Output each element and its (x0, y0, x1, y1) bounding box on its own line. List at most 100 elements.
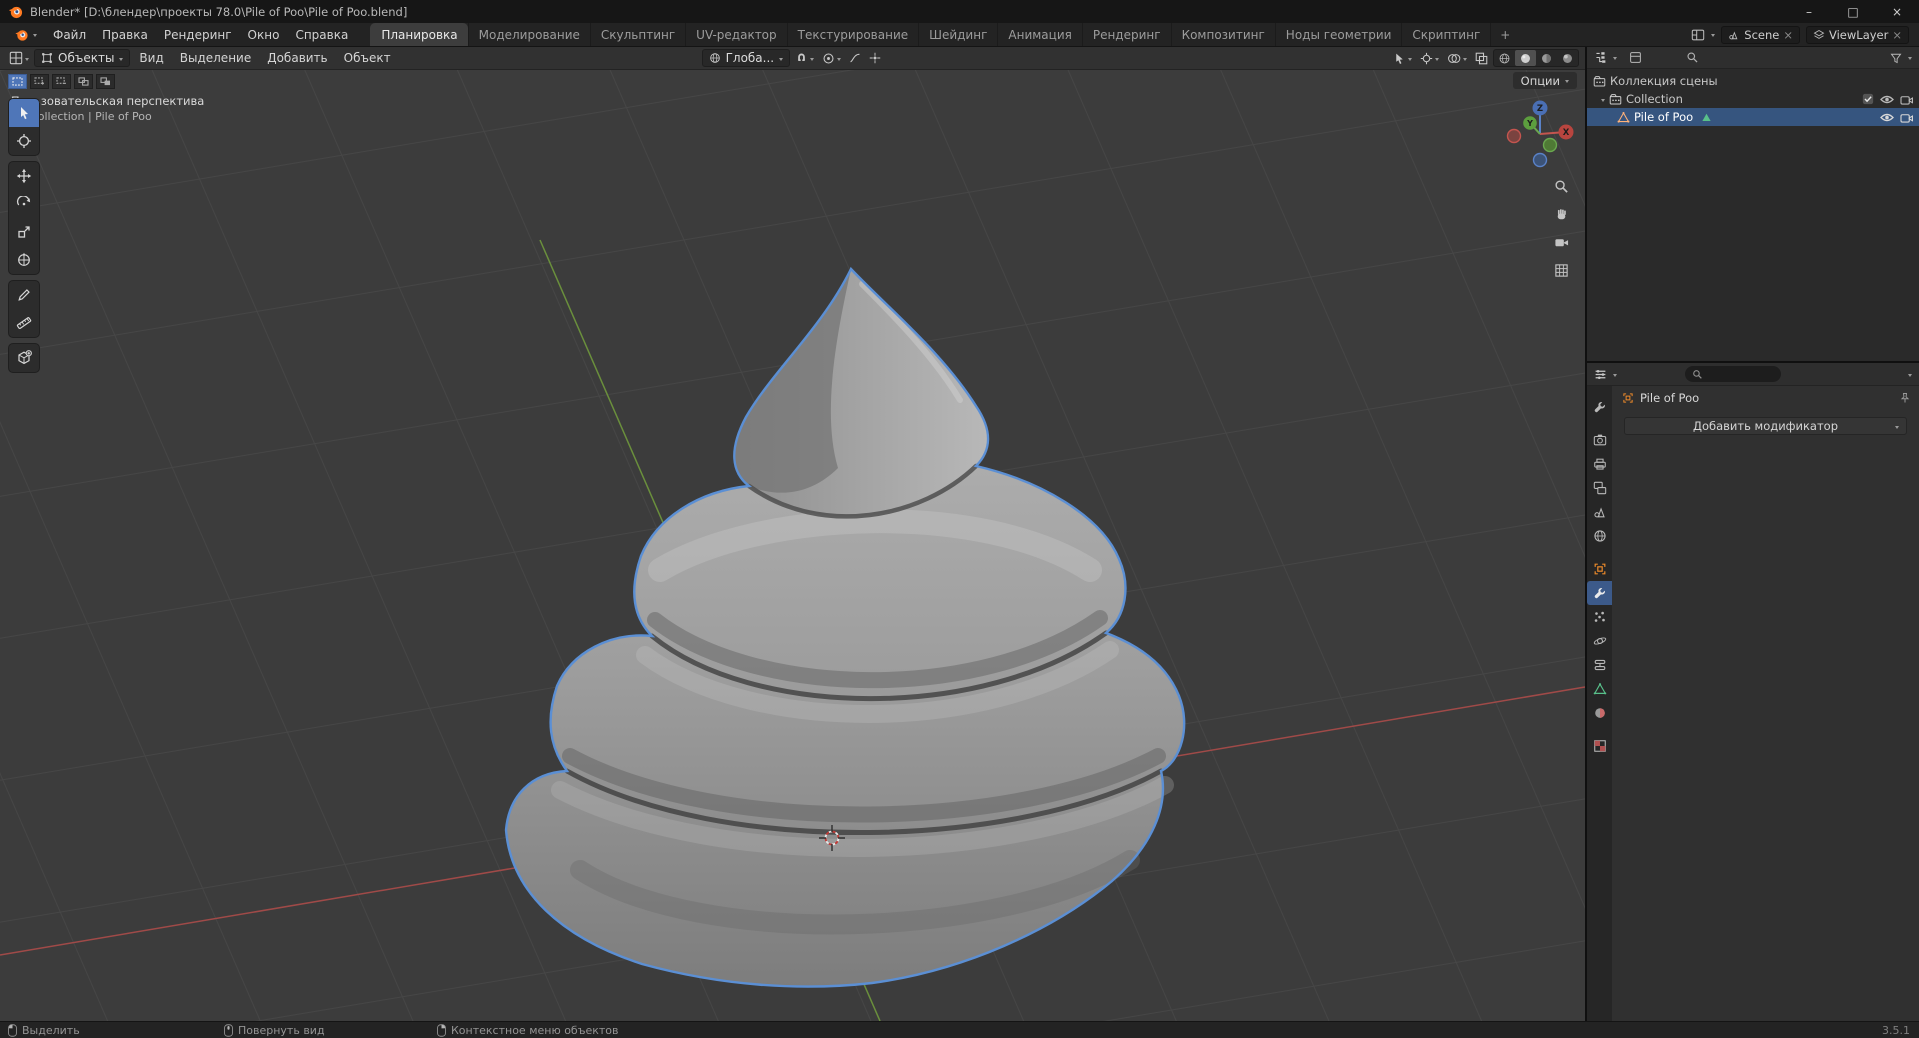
checkbox-icon[interactable] (1862, 93, 1874, 105)
menu-file[interactable]: Файл (45, 28, 94, 42)
extra-toggle-1[interactable] (846, 49, 864, 67)
tab-world[interactable] (1587, 524, 1612, 548)
gizmos-toggle[interactable] (1417, 49, 1442, 67)
eye-icon[interactable] (1880, 112, 1894, 123)
orthographic-toggle-button[interactable] (1549, 258, 1573, 282)
shading-wireframe-button[interactable] (1494, 50, 1515, 66)
tab-object[interactable] (1587, 557, 1612, 581)
tab-uv-editing[interactable]: UV-редактор (685, 23, 786, 46)
blender-menu-button[interactable] (6, 27, 45, 42)
select-mode-set-button[interactable] (8, 73, 27, 89)
search-icon[interactable] (1686, 51, 1699, 64)
tab-constraints[interactable] (1587, 653, 1612, 677)
tab-texture-paint[interactable]: Текстурирование (786, 23, 918, 46)
tab-scene[interactable] (1587, 500, 1612, 524)
tab-render[interactable] (1587, 428, 1612, 452)
tab-view-layer[interactable] (1587, 476, 1612, 500)
chevron-down-icon[interactable] (1613, 57, 1617, 62)
tab-material[interactable] (1587, 701, 1612, 725)
rotate-tool[interactable] (9, 190, 39, 218)
tab-animation[interactable]: Анимация (997, 23, 1081, 46)
row-scene-collection[interactable]: Коллекция сцены (1587, 72, 1919, 90)
tab-shading[interactable]: Шейдинг (918, 23, 997, 46)
shading-solid-button[interactable] (1515, 50, 1536, 66)
object-visibility-dropdown[interactable] (1390, 49, 1415, 67)
xray-toggle[interactable] (1472, 49, 1491, 67)
shading-rendered-button[interactable] (1557, 50, 1578, 66)
camera-render-icon[interactable] (1900, 94, 1913, 105)
chevron-down-icon[interactable] (1711, 34, 1716, 39)
add-cube-tool[interactable] (9, 344, 39, 372)
select-mode-subtract-button[interactable] (52, 73, 71, 89)
select-mode-intersect-button[interactable] (96, 73, 115, 89)
zoom-button[interactable] (1549, 174, 1573, 198)
tab-compositing[interactable]: Композитинг (1170, 23, 1275, 46)
overlays-toggle[interactable] (1444, 49, 1470, 67)
breadcrumb-object-name[interactable]: Pile of Poo (1640, 391, 1699, 405)
options-dropdown[interactable]: Опции (1512, 72, 1577, 89)
editor-properties-icon[interactable] (1594, 368, 1607, 381)
tab-scripting[interactable]: Скриптинг (1401, 23, 1490, 46)
tab-tool[interactable] (1587, 395, 1612, 419)
tab-particles[interactable] (1587, 605, 1612, 629)
properties-search-field[interactable] (1685, 366, 1781, 382)
tab-texture[interactable] (1587, 734, 1612, 758)
select-box-tool[interactable] (9, 99, 39, 127)
row-collection[interactable]: Collection (1587, 90, 1919, 108)
scale-tool[interactable] (9, 218, 39, 246)
transform-tool[interactable] (9, 246, 39, 274)
maximize-button[interactable]: □ (1831, 0, 1875, 23)
menu-select[interactable]: Выделение (173, 51, 258, 65)
chevron-down-icon[interactable] (1613, 373, 1617, 379)
extra-toggle-2[interactable] (866, 49, 884, 67)
close-button[interactable]: × (1875, 0, 1919, 23)
select-mode-invert-button[interactable] (74, 73, 93, 89)
snap-toggle[interactable] (792, 49, 817, 67)
camera-render-icon[interactable] (1900, 112, 1913, 123)
filter-icon[interactable] (1890, 52, 1902, 64)
menu-help[interactable]: Справка (287, 28, 356, 42)
tab-geometry-nodes[interactable]: Ноды геометрии (1274, 23, 1402, 46)
tab-modifiers[interactable] (1587, 581, 1612, 605)
chevron-down-icon[interactable] (1908, 373, 1912, 379)
display-mode-icon[interactable] (1629, 51, 1642, 64)
pan-hand-button[interactable] (1549, 202, 1573, 226)
tab-object-data[interactable] (1587, 677, 1612, 701)
menu-object[interactable]: Объект (337, 51, 398, 65)
menu-view[interactable]: Вид (132, 51, 170, 65)
tab-physics[interactable] (1587, 629, 1612, 653)
tab-output[interactable] (1587, 452, 1612, 476)
menu-add[interactable]: Добавить (260, 51, 334, 65)
viewport-canvas[interactable]: Опции Пользовательская перспектива (1) C… (0, 70, 1585, 1021)
add-workspace-button[interactable]: + (1490, 23, 1519, 46)
menu-edit[interactable]: Правка (94, 28, 156, 42)
minimize-button[interactable]: – (1787, 0, 1831, 23)
annotate-tool[interactable] (9, 281, 39, 309)
viewlayer-selector[interactable]: ViewLayer × (1806, 25, 1909, 44)
disclosure-triangle-icon[interactable] (1601, 98, 1605, 104)
row-pile-of-poo[interactable]: Pile of Poo (1587, 108, 1919, 126)
camera-view-button[interactable] (1549, 230, 1573, 254)
menu-render[interactable]: Рендеринг (156, 28, 240, 42)
tab-layout[interactable]: Планировка (370, 23, 468, 46)
menu-window[interactable]: Окно (240, 28, 288, 42)
pin-icon[interactable] (1899, 392, 1911, 404)
transform-orientation-dropdown[interactable]: Глоба... (701, 49, 791, 67)
editor-outliner-icon[interactable] (1594, 51, 1607, 64)
shading-material-button[interactable] (1536, 50, 1557, 66)
tab-sculpting[interactable]: Скульптинг (589, 23, 685, 46)
select-mode-extend-button[interactable] (30, 73, 49, 89)
add-modifier-button[interactable]: Добавить модификатор (1624, 417, 1907, 435)
screen-layout-icon[interactable] (1691, 28, 1705, 42)
eye-icon[interactable] (1880, 94, 1894, 105)
tab-modeling[interactable]: Моделирование (467, 23, 590, 46)
move-tool[interactable] (9, 162, 39, 190)
chevron-down-icon[interactable] (1908, 57, 1912, 62)
measure-tool[interactable] (9, 309, 39, 337)
mode-dropdown[interactable]: Объекты (34, 49, 131, 67)
cursor-tool[interactable] (9, 127, 39, 155)
proportional-editing-toggle[interactable] (819, 49, 844, 67)
tab-rendering[interactable]: Рендеринг (1081, 23, 1171, 46)
navigation-gizmo[interactable]: Z X Y (1502, 96, 1578, 172)
scene-selector[interactable]: Scene × (1721, 25, 1800, 44)
